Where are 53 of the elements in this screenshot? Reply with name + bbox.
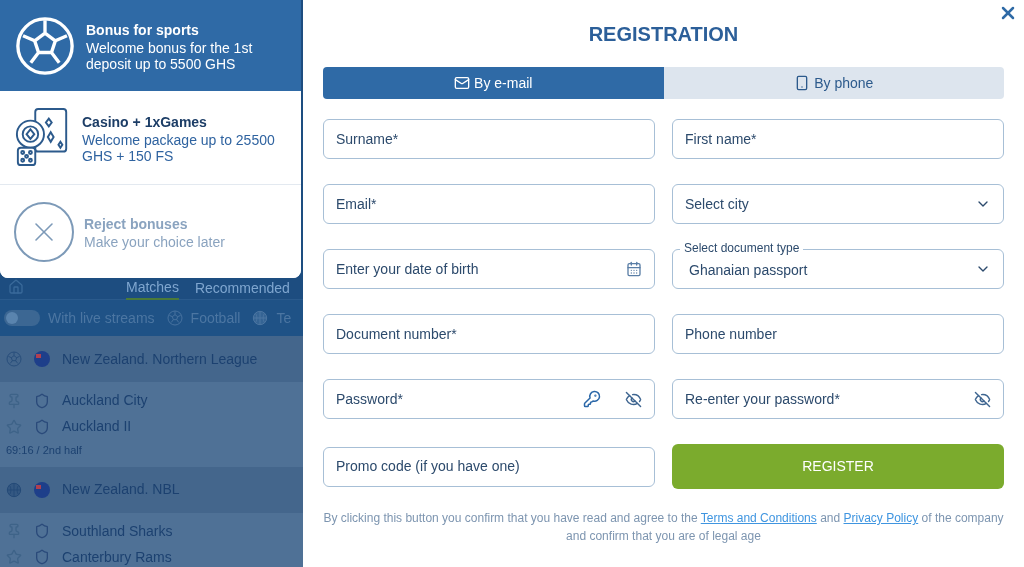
input-field[interactable]: First name* — [672, 119, 1004, 159]
field-placeholder: Document number* — [336, 324, 457, 344]
basketball-icon — [252, 310, 269, 326]
football-icon — [6, 351, 22, 367]
tab[interactable]: By phone — [663, 67, 1004, 99]
team-logo-icon — [34, 392, 50, 409]
select-field[interactable]: Select city — [672, 184, 1004, 224]
field-placeholder: First name* — [685, 129, 757, 149]
bonus-title: Reject bonuses — [84, 214, 189, 234]
field-label: Select document type — [680, 242, 804, 255]
field-placeholder: Select city — [685, 194, 749, 214]
input-field[interactable]: Promo code (if you have one) — [323, 446, 655, 487]
field-placeholder: Email* — [336, 194, 377, 214]
input-field[interactable]: Document number* — [323, 314, 655, 354]
field-placeholder: Promo code (if you have one) — [336, 457, 520, 476]
field-placeholder: Re-enter your password* — [685, 389, 840, 409]
team-logo-icon — [34, 523, 50, 539]
tab[interactable]: Recommended — [194, 277, 290, 300]
field-placeholder: Surname* — [336, 129, 399, 149]
field-placeholder: Phone number — [685, 324, 777, 344]
team-logo-icon — [34, 418, 50, 435]
consent-text: By clicking this button you confirm that you have read and agree to the Terms and Conditions and Privacy Policy of the company and confirm that you are of legal age — [323, 510, 1004, 545]
bonus-description: Make your choice later — [84, 233, 225, 250]
mail-icon — [454, 75, 471, 91]
terms-link[interactable]: Terms and Conditions — [700, 511, 817, 525]
basketball-icon — [6, 481, 22, 498]
bonus-title: Casino + 1xGames — [82, 112, 208, 132]
bonus-title: Bonus for sports — [86, 20, 200, 40]
bonus-description: Welcome package up to 25500 GHS + 150 FS — [82, 131, 276, 164]
field-value: Ghanaian passport — [688, 260, 808, 280]
bonus-description: Welcome bonus for the 1st deposit up to 5500 GHS — [86, 39, 254, 72]
flag-icon — [34, 481, 50, 498]
input-field[interactable]: Surname* — [323, 119, 655, 159]
password-field[interactable]: Re-enter your password* — [672, 379, 1004, 419]
key-icon[interactable] — [583, 390, 601, 408]
football-icon — [166, 310, 183, 326]
football-icon — [14, 14, 76, 77]
tab[interactable]: By e-mail — [323, 67, 664, 99]
field-placeholder: Password* — [336, 389, 403, 409]
toggle-switch[interactable] — [4, 310, 40, 326]
date-field[interactable]: Enter your date of birth — [323, 249, 655, 289]
field-placeholder: Enter your date of birth — [336, 259, 479, 279]
hide-password-icon[interactable] — [625, 390, 642, 408]
hide-password-icon[interactable] — [974, 390, 991, 408]
input-field[interactable]: Phone number — [672, 314, 1004, 354]
password-field[interactable]: Password* — [323, 379, 655, 419]
calendar-icon[interactable] — [626, 261, 642, 277]
team-logo-icon — [34, 549, 50, 565]
input-field[interactable]: Email* — [323, 184, 655, 224]
bonus-option[interactable]: Bonus for sports Welcome bonus for the 1st deposit up to 5500 GHS — [0, 0, 301, 91]
flag-icon — [34, 351, 50, 367]
modal-title: REGISTRATION — [587, 22, 740, 47]
privacy-link[interactable]: Privacy Policy — [843, 511, 919, 525]
